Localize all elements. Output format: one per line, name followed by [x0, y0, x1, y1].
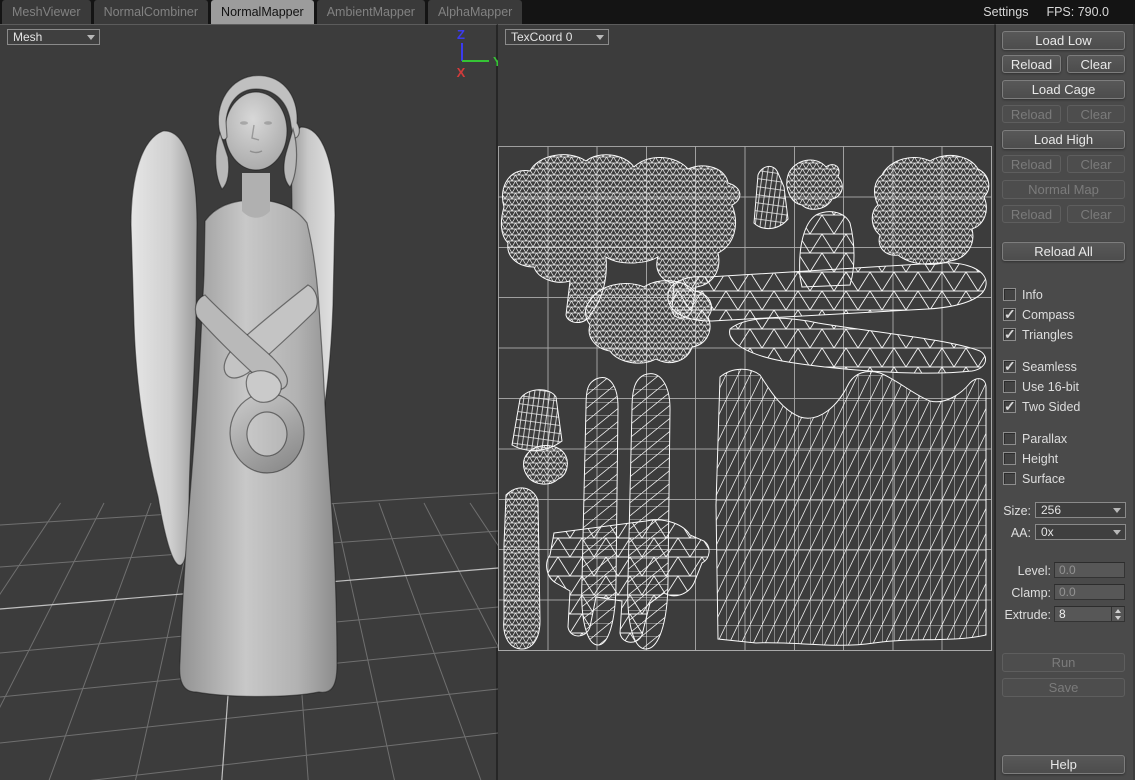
- top-tab-bar: MeshViewer NormalCombiner NormalMapper A…: [0, 0, 1135, 24]
- surface-checkbox[interactable]: [1003, 472, 1016, 485]
- statue-neck: [242, 173, 270, 218]
- texcoord-select[interactable]: TexCoord 0: [505, 29, 609, 45]
- use-16bit-checkbox[interactable]: [1003, 380, 1016, 393]
- nm-clear-button[interactable]: Clear: [1067, 205, 1125, 223]
- normal-map-button[interactable]: Normal Map: [1002, 180, 1125, 199]
- uv-island: [512, 390, 562, 451]
- mesh-3d-viewport[interactable]: Z Y X Mesh: [0, 24, 498, 780]
- seamless-checkbox[interactable]: [1003, 360, 1016, 373]
- uv-layout-viewport[interactable]: TexCoord 0: [498, 24, 995, 780]
- size-label: Size:: [996, 504, 1031, 518]
- tab-strip: MeshViewer NormalCombiner NormalMapper A…: [0, 0, 522, 24]
- uv-island: [787, 160, 842, 209]
- level-label: Level:: [996, 564, 1051, 578]
- axis-z-label: Z: [457, 27, 465, 42]
- parallax-checkbox[interactable]: [1003, 432, 1016, 445]
- checkbox-row-compass[interactable]: Compass: [1003, 307, 1075, 322]
- nm-reload-button[interactable]: Reload: [1002, 205, 1061, 223]
- uv-island: [716, 369, 986, 645]
- chevron-down-icon: [87, 35, 95, 40]
- uv-island: [754, 166, 788, 228]
- checkbox-row-parallax[interactable]: Parallax: [1003, 431, 1067, 446]
- tab-alphamapper[interactable]: AlphaMapper: [428, 0, 522, 24]
- statue-body: [180, 200, 337, 697]
- level-input[interactable]: [1054, 562, 1125, 578]
- clamp-input[interactable]: [1054, 584, 1125, 600]
- size-select[interactable]: 256: [1035, 502, 1126, 518]
- reload-all-button[interactable]: Reload All: [1002, 242, 1125, 261]
- cage-clear-button[interactable]: Clear: [1067, 105, 1125, 123]
- load-low-button[interactable]: Load Low: [1002, 31, 1125, 50]
- info-checkbox[interactable]: [1003, 288, 1016, 301]
- spinner-buttons[interactable]: [1111, 607, 1124, 621]
- axis-x-label: X: [457, 65, 466, 80]
- chevron-down-icon: [1113, 530, 1121, 535]
- uv-island: [504, 488, 540, 649]
- height-checkbox[interactable]: [1003, 452, 1016, 465]
- statue-hands: [246, 371, 281, 402]
- high-reload-button[interactable]: Reload: [1002, 155, 1061, 173]
- tab-normalcombiner[interactable]: NormalCombiner: [94, 0, 208, 24]
- settings-button[interactable]: Settings: [983, 5, 1028, 19]
- fps-counter: FPS: 790.0: [1046, 5, 1109, 19]
- run-button[interactable]: Run: [1002, 653, 1125, 672]
- checkbox-row-twosided[interactable]: Two Sided: [1003, 399, 1080, 414]
- aa-select[interactable]: 0x: [1035, 524, 1126, 540]
- compass-checkbox[interactable]: [1003, 308, 1016, 321]
- cage-reload-button[interactable]: Reload: [1002, 105, 1061, 123]
- checkbox-row-surface[interactable]: Surface: [1003, 471, 1065, 486]
- chevron-down-icon: [1113, 508, 1121, 513]
- statue-3d-render: Z Y X: [0, 25, 498, 780]
- help-button[interactable]: Help: [1002, 755, 1125, 774]
- checkbox-row-info[interactable]: Info: [1003, 287, 1043, 302]
- low-clear-button[interactable]: Clear: [1067, 55, 1125, 73]
- uv-island: [872, 155, 989, 264]
- uv-island: [524, 446, 568, 485]
- mesh-mode-select[interactable]: Mesh: [7, 29, 100, 45]
- checkbox-row-height[interactable]: Height: [1003, 451, 1058, 466]
- load-high-button[interactable]: Load High: [1002, 130, 1125, 149]
- uv-island: [586, 281, 712, 364]
- extrude-stepper[interactable]: [1054, 606, 1125, 622]
- low-reload-button[interactable]: Reload: [1002, 55, 1061, 73]
- load-cage-button[interactable]: Load Cage: [1002, 80, 1125, 99]
- save-button[interactable]: Save: [1002, 678, 1125, 697]
- uv-island: [547, 520, 709, 642]
- statue-face: [225, 92, 287, 170]
- clamp-label: Clamp:: [996, 586, 1051, 600]
- tab-ambientmapper[interactable]: AmbientMapper: [317, 0, 425, 24]
- tab-normalmapper[interactable]: NormalMapper: [211, 0, 314, 24]
- spinner-down-icon[interactable]: [1112, 614, 1124, 621]
- statue-3d-model: [131, 76, 337, 697]
- two-sided-checkbox[interactable]: [1003, 400, 1016, 413]
- aa-label: AA:: [996, 526, 1031, 540]
- control-panel: Load Low Reload Clear Load Cage Reload C…: [995, 24, 1133, 780]
- spinner-up-icon[interactable]: [1112, 607, 1124, 614]
- checkbox-row-triangles[interactable]: Triangles: [1003, 327, 1073, 342]
- uv-island: [730, 318, 986, 373]
- triangles-checkbox[interactable]: [1003, 328, 1016, 341]
- extrude-label: Extrude:: [996, 608, 1051, 622]
- uv-islands: [498, 25, 995, 780]
- checkbox-row-16bit[interactable]: Use 16-bit: [1003, 379, 1079, 394]
- axis-gizmo: Z Y X: [457, 27, 498, 80]
- tab-meshviewer[interactable]: MeshViewer: [2, 0, 91, 24]
- chevron-down-icon: [596, 35, 604, 40]
- statue-left-wing: [131, 131, 197, 565]
- checkbox-row-seamless[interactable]: Seamless: [1003, 359, 1077, 374]
- high-clear-button[interactable]: Clear: [1067, 155, 1125, 173]
